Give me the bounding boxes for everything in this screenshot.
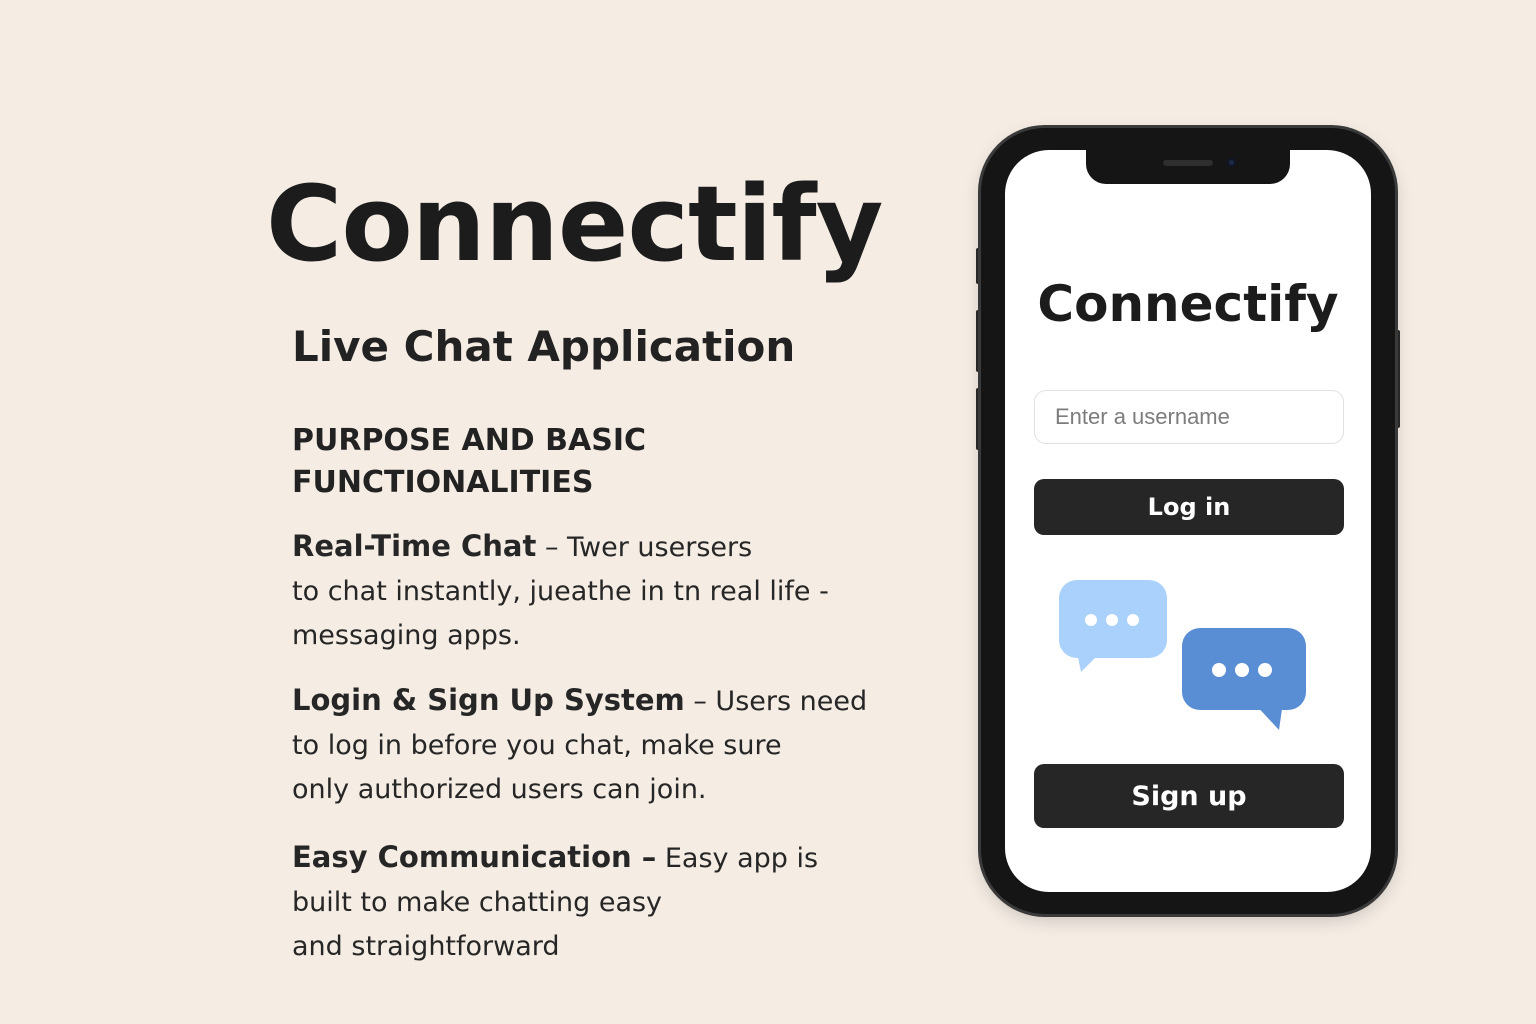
signup-button[interactable]: Sign up [1034, 764, 1344, 828]
feature-title: Easy Communication – [292, 840, 657, 874]
hero-title: Connectify [266, 163, 883, 285]
feature-text: messaging apps. [292, 620, 521, 651]
feature-text: to log in before you chat, make sure [292, 730, 782, 761]
username-input[interactable] [1034, 390, 1344, 444]
feature-text: – Twer usersers [536, 532, 753, 563]
speaker-icon [1163, 160, 1213, 166]
feature-line: Real-Time Chat – Twer usersers [292, 524, 852, 570]
login-button[interactable]: Log in [1034, 479, 1344, 535]
phone-screen: Connectify Log in Sign up [1005, 150, 1371, 892]
chat-bubble-icon [1182, 628, 1306, 730]
feature-text: built to make chatting easy [292, 887, 663, 918]
camera-icon [1227, 158, 1236, 167]
feature-text: and straightforward [292, 931, 560, 962]
hero-subtitle: Live Chat Application [292, 322, 796, 371]
feature-title: Real-Time Chat [292, 529, 537, 563]
feature-line: Easy Communication – Easy app is [292, 835, 852, 881]
phone-power-button [1395, 330, 1400, 428]
section-heading: PURPOSE AND BASIC FUNCTIONALITIES [292, 420, 712, 504]
feature-title: Login & Sign Up System [292, 683, 685, 717]
phone-notch [1086, 150, 1290, 184]
feature-text: Easy app is [656, 843, 819, 874]
app-title: Connectify [1037, 275, 1339, 333]
chat-illustration [1059, 580, 1306, 730]
phone-mockup: Connectify Log in Sign up [981, 128, 1395, 914]
feature-line: Login & Sign Up System – Users need [292, 678, 867, 724]
feature-text: to chat instantly, jueathe in tn real li… [292, 576, 829, 607]
feature-text: – Users need [684, 686, 868, 717]
feature-text: only authorized users can join. [292, 774, 707, 805]
feature-real-time-chat: Real-Time Chat – Twer usersers to chat i… [292, 524, 852, 658]
chat-bubble-icon [1059, 580, 1167, 672]
section-heading-line: PURPOSE AND BASIC [292, 423, 647, 458]
section-heading-line: FUNCTIONALITIES [292, 465, 594, 500]
feature-easy-communication: Easy Communication – Easy app is built t… [292, 835, 852, 969]
feature-login-signup: Login & Sign Up System – Users need to l… [292, 678, 867, 812]
